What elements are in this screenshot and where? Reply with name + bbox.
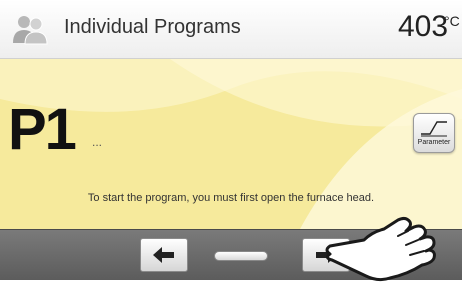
page-indicator bbox=[214, 251, 268, 261]
screen-edge bbox=[462, 0, 476, 293]
status-message: To start the program, you must first ope… bbox=[87, 192, 375, 204]
program-number: P1 bbox=[8, 97, 77, 162]
page-title: Individual Programs bbox=[64, 16, 241, 38]
program-name: ... bbox=[92, 135, 103, 149]
users-icon bbox=[13, 16, 48, 45]
back-button[interactable] bbox=[140, 238, 188, 272]
temperature-value: 403 bbox=[398, 10, 449, 43]
temperature-unit: °C bbox=[444, 13, 460, 29]
pointing-hand-icon bbox=[325, 216, 436, 282]
firing-curve-icon bbox=[421, 121, 447, 137]
header-bar: Individual Programs 403 °C bbox=[0, 0, 462, 59]
parameter-button[interactable]: Parameter bbox=[413, 113, 455, 153]
program-panel: P1 ... Parameter To start the program, y… bbox=[0, 59, 462, 229]
parameter-button-label: Parameter bbox=[417, 139, 451, 146]
arrow-left-icon bbox=[153, 247, 174, 263]
